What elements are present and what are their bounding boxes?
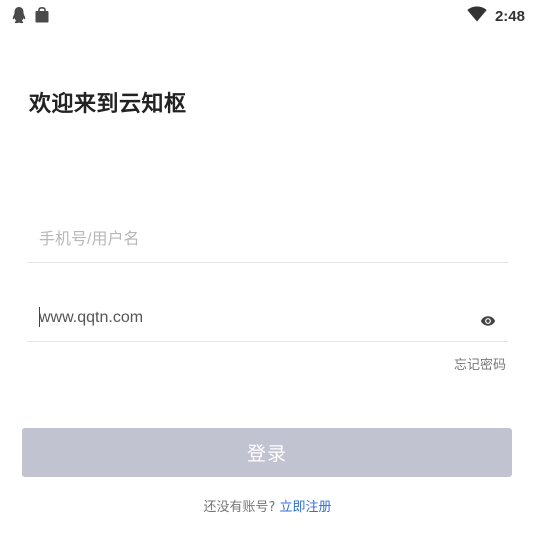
forgot-password-link[interactable]: 忘记密码 <box>454 354 506 373</box>
text-cursor <box>39 307 40 327</box>
eye-icon[interactable] <box>480 313 496 329</box>
register-prompt: 还没有账号? <box>203 500 276 515</box>
status-time: 2:48 <box>494 7 525 25</box>
username-input[interactable] <box>39 228 469 252</box>
status-right-icons: 2:48 <box>467 6 525 26</box>
shopping-bag-icon <box>34 6 50 27</box>
wifi-icon <box>467 6 487 26</box>
login-screen: 2:48 欢迎来到云知枢 忘记密码 登录 还没有账号? 立即注册 <box>0 0 535 543</box>
password-input[interactable] <box>39 306 469 330</box>
status-bar: 2:48 <box>0 0 535 30</box>
register-link[interactable]: 立即注册 <box>280 500 332 515</box>
page-title: 欢迎来到云知枢 <box>29 92 187 117</box>
username-field <box>27 222 508 263</box>
login-button[interactable]: 登录 <box>22 428 512 477</box>
qq-penguin-icon <box>12 6 26 28</box>
password-field <box>27 300 508 342</box>
register-line: 还没有账号? 立即注册 <box>0 496 535 515</box>
status-left-icons <box>12 6 50 28</box>
